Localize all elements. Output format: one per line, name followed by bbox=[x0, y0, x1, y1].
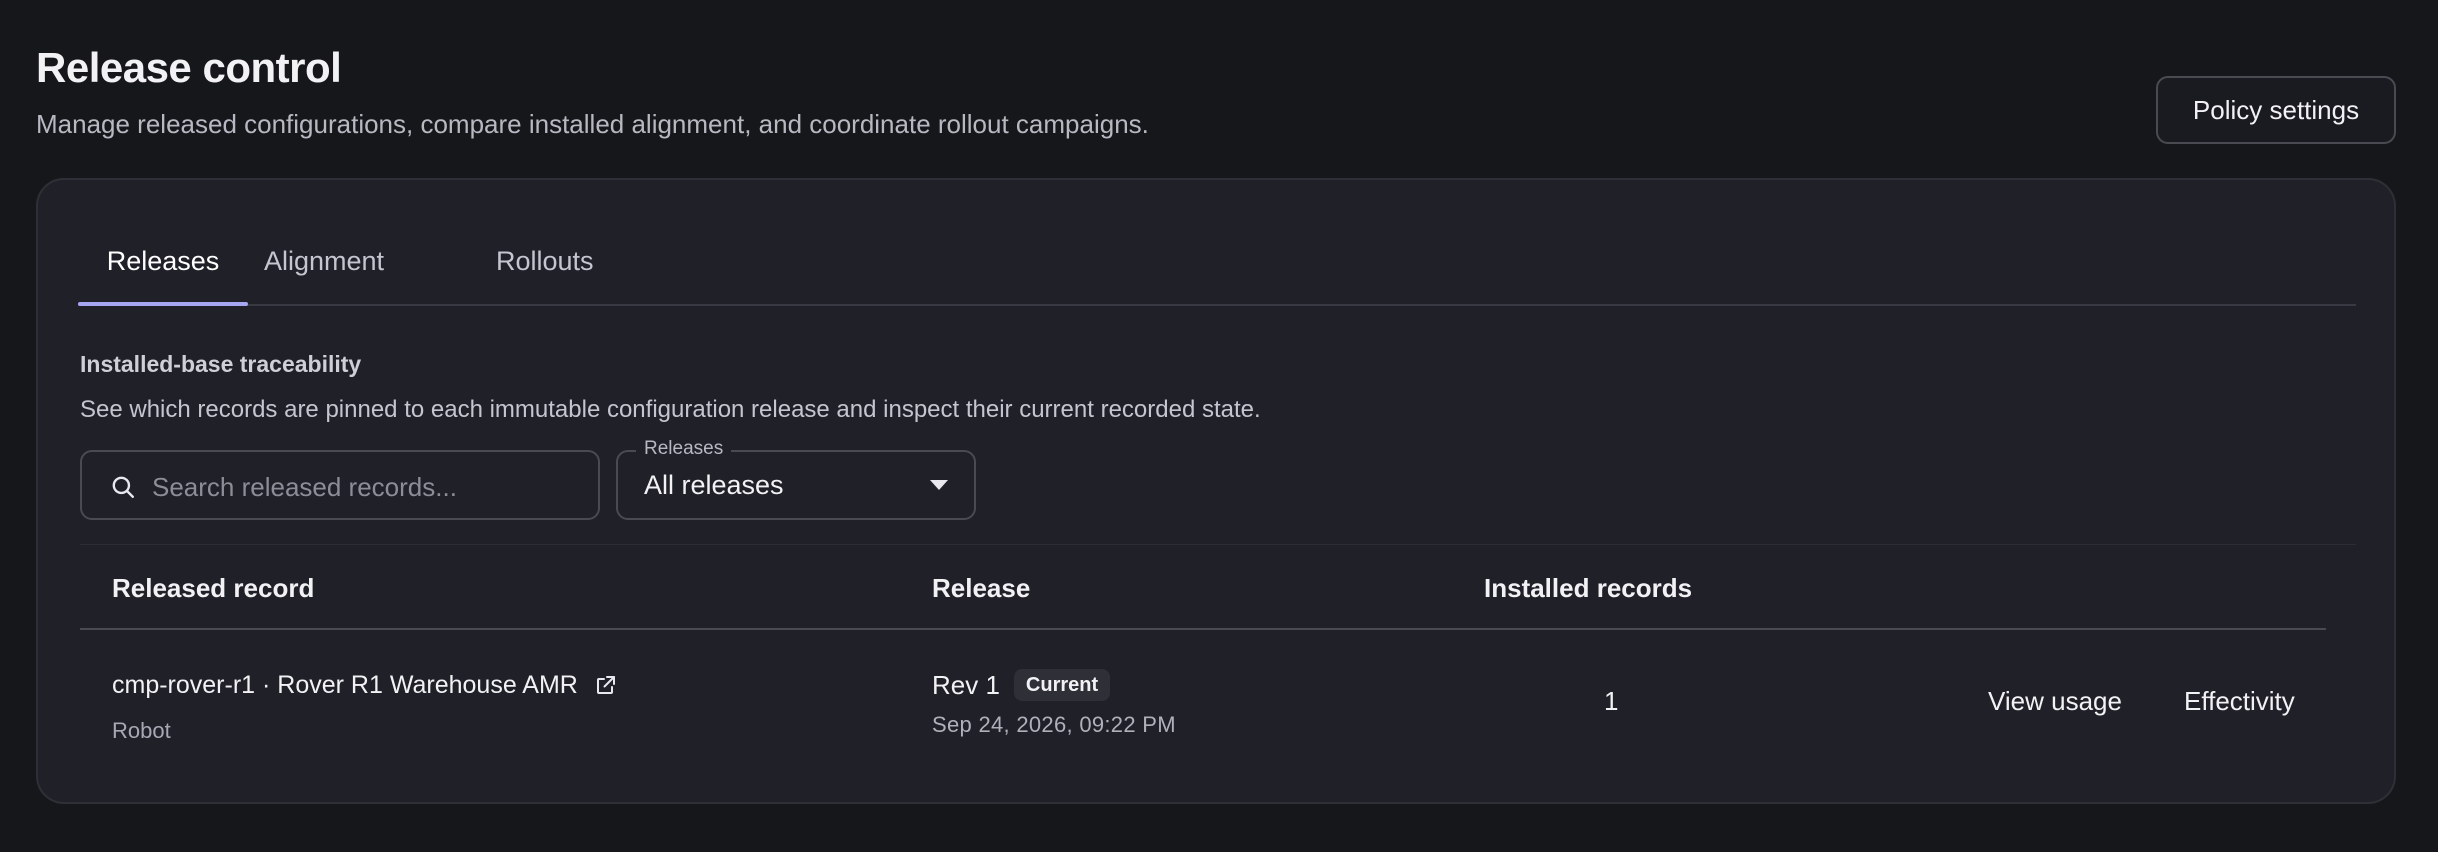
release-date: Sep 24, 2026, 09:22 PM bbox=[932, 712, 1176, 737]
tab-alignment-label: Alignment bbox=[264, 246, 385, 276]
releases-select[interactable]: Releases All releases bbox=[616, 438, 976, 520]
column-header-installed-records: Installed records bbox=[1484, 573, 1693, 603]
release-name: Rev 1 bbox=[932, 670, 1000, 700]
tab-rollouts-label: Rollouts bbox=[496, 246, 594, 276]
released-record-title: cmp-rover-r1 · Rover R1 Warehouse AMR bbox=[112, 671, 578, 699]
section-title: Installed-base traceability bbox=[80, 351, 362, 377]
tab-rollouts[interactable]: Rollouts bbox=[496, 238, 594, 304]
effectivity-link[interactable]: Effectivity bbox=[2184, 684, 2295, 718]
released-record-cell: cmp-rover-r1 · Rover R1 Warehouse AMR bbox=[112, 668, 618, 702]
table-top-divider bbox=[80, 544, 2356, 545]
released-record-type: Robot bbox=[112, 718, 171, 743]
column-header-release: Release bbox=[932, 573, 1031, 603]
active-tab-indicator bbox=[78, 302, 248, 306]
releases-card: Releases Alignment Rollouts Installed-ba… bbox=[36, 178, 2396, 804]
tab-bar: Releases Alignment Rollouts bbox=[78, 238, 2356, 306]
page-subtitle: Manage released configurations, compare … bbox=[36, 109, 1149, 139]
chevron-down-icon bbox=[930, 480, 948, 490]
external-link-icon[interactable] bbox=[594, 673, 618, 697]
release-control-page: Release control Manage released configur… bbox=[0, 0, 2438, 852]
tab-alignment[interactable]: Alignment bbox=[264, 238, 384, 304]
tab-releases-label: Releases bbox=[106, 246, 220, 276]
release-cell: Rev 1 Current bbox=[932, 668, 1111, 702]
status-badge: Current bbox=[1013, 669, 1111, 701]
section-description: See which records are pinned to each imm… bbox=[80, 396, 1261, 423]
tab-releases[interactable]: Releases bbox=[78, 238, 248, 306]
column-header-released-record: Released record bbox=[112, 573, 315, 603]
installed-records-count: 1 bbox=[1604, 686, 1619, 716]
page-title: Release control bbox=[36, 44, 342, 91]
policy-settings-button[interactable]: Policy settings bbox=[2156, 76, 2396, 144]
releases-select-label: Releases bbox=[636, 438, 732, 460]
search-icon bbox=[112, 476, 134, 498]
view-usage-link[interactable]: View usage bbox=[1988, 684, 2122, 718]
search-field[interactable] bbox=[80, 450, 600, 520]
releases-select-value: All releases bbox=[644, 470, 784, 500]
table-row: cmp-rover-r1 · Rover R1 Warehouse AMR Ro… bbox=[80, 630, 2326, 780]
search-input[interactable] bbox=[150, 464, 584, 510]
